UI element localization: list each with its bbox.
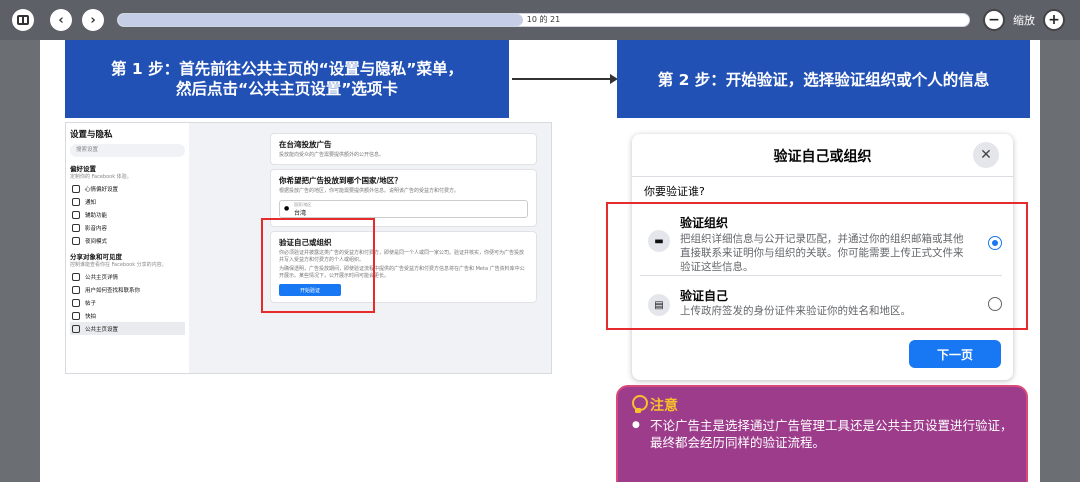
sidebar-item: 夜间模式 xyxy=(70,234,185,247)
flag-icon xyxy=(72,324,80,333)
pref-heading: 偏好设置 xyxy=(70,165,96,173)
panel-sub: 投放能向受众的广告需要提供额外的公开信息。 xyxy=(279,152,385,158)
sidebar-item-label: 心情偏好设置 xyxy=(85,186,119,193)
sidebar-search: 搜索设置 xyxy=(70,144,185,157)
slide-progress-bar[interactable]: 10 的 21 xyxy=(117,13,970,27)
sidebar-item-label: 公共主页详情 xyxy=(85,274,119,281)
zoom-label: 缩放 xyxy=(1013,14,1035,27)
close-icon[interactable]: ✕ xyxy=(973,142,999,168)
sidebar-item-label: 辅助功能 xyxy=(85,212,108,219)
audience-sub: 控制谁能查看你在 Facebook 分享的内容。 xyxy=(70,262,167,268)
lightbulb-icon xyxy=(630,395,648,415)
sidebar-item-label: 夜间模式 xyxy=(85,238,108,245)
country-field: 国家/地区 台湾 xyxy=(279,200,528,218)
slide: 第 1 步：首先前往公共主页的“设置与隐私”菜单， 然后点击“公共主页设置”选项… xyxy=(40,40,1040,482)
sidebar-toggle-button[interactable] xyxy=(12,9,34,31)
sidebar-item: 通知 xyxy=(70,195,185,208)
sidebar-item-label: 通知 xyxy=(85,199,97,206)
sidebar-item-label: 公共主页设置 xyxy=(85,326,119,333)
step2-banner: 第 2 步：开始验证，选择验证组织或个人的信息 xyxy=(617,40,1030,118)
sidebar-icon xyxy=(17,15,29,25)
audience-heading: 分享对象和可见度 xyxy=(70,253,122,261)
step1-banner: 第 1 步：首先前往公共主页的“设置与隐私”菜单， 然后点击“公共主页设置”选项… xyxy=(65,40,509,118)
story-icon xyxy=(72,311,80,320)
sidebar-item: 快拍 xyxy=(70,309,185,322)
note-heading: 注意 xyxy=(630,395,1014,415)
zoom-controls: − 缩放 + xyxy=(983,9,1065,31)
sidebar-item-page-settings: 公共主页设置 xyxy=(70,322,185,335)
highlight-box-verify xyxy=(261,218,375,313)
note-box: 注意 不论广告主是选择通过广告管理工具还是公共主页设置进行验证，最终都会经历同样… xyxy=(616,385,1028,482)
page-icon xyxy=(72,272,80,281)
settings-item-icon xyxy=(72,184,80,193)
pref-sub: 定制你的 Facebook 体验。 xyxy=(70,174,132,180)
country-field-value: 台湾 xyxy=(294,210,307,217)
sidebar-item: 帖子 xyxy=(70,296,185,309)
dialog-question: 你要验证谁? xyxy=(644,185,705,198)
next-page-button[interactable]: 下一页 xyxy=(909,340,1001,368)
sidebar-item: 心情偏好设置 xyxy=(70,182,185,195)
sidebar-item-label: 帖子 xyxy=(85,300,97,307)
accessibility-icon xyxy=(72,210,80,219)
dialog-divider xyxy=(632,176,1013,177)
media-icon xyxy=(72,223,80,232)
dialog-title: 验证自己或组织 xyxy=(773,149,872,165)
zoom-in-button[interactable]: + xyxy=(1043,9,1065,31)
step1-line2: 然后点击“公共主页设置”选项卡 xyxy=(176,80,398,98)
step1-line1: 第 1 步：首先前往公共主页的“设置与隐私”菜单， xyxy=(111,60,463,78)
highlight-box-options xyxy=(606,202,1028,330)
moon-icon xyxy=(72,236,80,245)
panel-title: 在台湾投放广告 xyxy=(279,140,332,149)
sidebar-item: 公共主页详情 xyxy=(70,270,185,283)
sidebar-item: 辅助功能 xyxy=(70,208,185,221)
sidebar-title: 设置与隐私 xyxy=(70,130,113,140)
post-icon xyxy=(72,298,80,307)
panel-sub: 根据投放广告的地区，你可能需要提供额外信息。说明该广告的受益方和付费方。 xyxy=(279,188,460,194)
settings-sidebar: 设置与隐私 搜索设置 偏好设置 定制你的 Facebook 体验。 心情偏好设置… xyxy=(66,123,189,373)
next-slide-button[interactable]: › xyxy=(82,9,104,31)
previous-slide-button[interactable]: ‹ xyxy=(50,9,72,31)
note-body: 不论广告主是选择通过广告管理工具还是公共主页设置进行验证，最终都会经历同样的验证… xyxy=(630,417,1014,451)
progress-text: 10 的 21 xyxy=(526,15,561,24)
sidebar-item-label: 快拍 xyxy=(85,313,97,320)
sidebar-item: 用户如何查找和联系你 xyxy=(70,283,185,296)
note-title: 注意 xyxy=(650,398,678,414)
sidebar-item-label: 影音内容 xyxy=(85,225,108,232)
people-icon xyxy=(72,285,80,294)
sidebar-item-label: 用户如何查找和联系你 xyxy=(85,287,141,294)
zoom-out-button[interactable]: − xyxy=(983,9,1005,31)
country-field-label: 国家/地区 xyxy=(294,202,312,207)
step-arrow xyxy=(512,74,618,84)
panel-title: 你希望把广告投放到哪个国家/地区？ xyxy=(279,176,402,185)
presentation-toolbar: ‹ › 10 的 21 − 缩放 + xyxy=(0,0,1080,40)
sidebar-item: 影音内容 xyxy=(70,221,185,234)
ad-taiwan-panel: 在台湾投放广告 投放能向受众的广告需要提供额外的公开信息。 xyxy=(270,133,537,165)
bell-icon xyxy=(72,197,80,206)
